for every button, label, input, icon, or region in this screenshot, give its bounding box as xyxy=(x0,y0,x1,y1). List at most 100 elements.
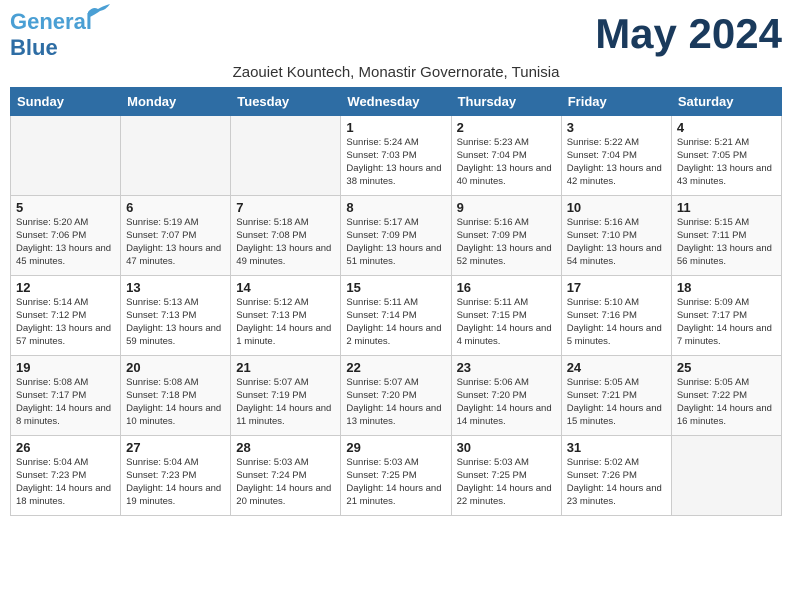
day-number: 3 xyxy=(567,120,666,135)
day-info: Sunrise: 5:24 AMSunset: 7:03 PMDaylight:… xyxy=(346,137,445,188)
logo-text2: Blue xyxy=(10,36,58,60)
subtitle: Zaouiet Kountech, Monastir Governorate, … xyxy=(10,64,782,81)
calendar-cell: 16 Sunrise: 5:11 AMSunset: 7:15 PMDayligh… xyxy=(451,276,561,356)
calendar-cell: 24Sunrise: 5:05 AMSunset: 7:21 PMDayligh… xyxy=(561,356,671,436)
day-number: 23 xyxy=(457,360,556,375)
day-number: 5 xyxy=(16,200,115,215)
day-info: Sunrise: 5:17 AMSunset: 7:09 PMDaylight:… xyxy=(346,217,445,268)
day-info: Sunrise: 5:12 AMSunset: 7:13 PMDaylight:… xyxy=(236,297,335,348)
bird-icon xyxy=(88,4,110,18)
calendar-cell: 21 Sunrise: 5:07 AMSunset: 7:19 PMDayligh… xyxy=(231,356,341,436)
day-info: Sunrise: 5:08 AMSunset: 7:17 PMDaylight:… xyxy=(16,377,115,428)
day-number: 13 xyxy=(126,280,225,295)
logo: General Blue xyxy=(10,10,92,60)
calendar-week-row: 26 Sunrise: 5:04 AMSunset: 7:23 PMDayligh… xyxy=(11,436,782,516)
day-number: 19 xyxy=(16,360,115,375)
logo-text: General xyxy=(10,9,92,34)
calendar-cell: 8 Sunrise: 5:17 AMSunset: 7:09 PMDaylight… xyxy=(341,196,451,276)
day-info: Sunrise: 5:16 AMSunset: 7:09 PMDaylight:… xyxy=(457,217,556,268)
calendar-cell: 28 Sunrise: 5:03 AMSunset: 7:24 PMDayligh… xyxy=(231,436,341,516)
day-number: 9 xyxy=(457,200,556,215)
page-header: General Blue May 2024 xyxy=(10,10,782,60)
day-number: 21 xyxy=(236,360,335,375)
day-info: Sunrise: 5:15 AMSunset: 7:11 PMDaylight:… xyxy=(677,217,776,268)
calendar-cell: 11Sunrise: 5:15 AMSunset: 7:11 PMDayligh… xyxy=(671,196,781,276)
calendar-week-row: 12 Sunrise: 5:14 AMSunset: 7:12 PMDayligh… xyxy=(11,276,782,356)
day-number: 6 xyxy=(126,200,225,215)
day-info: Sunrise: 5:07 AMSunset: 7:19 PMDaylight:… xyxy=(236,377,335,428)
day-number: 15 xyxy=(346,280,445,295)
day-number: 1 xyxy=(346,120,445,135)
day-number: 16 xyxy=(457,280,556,295)
day-info: Sunrise: 5:07 AMSunset: 7:20 PMDaylight:… xyxy=(346,377,445,428)
day-info: Sunrise: 5:14 AMSunset: 7:12 PMDaylight:… xyxy=(16,297,115,348)
calendar-cell: 12 Sunrise: 5:14 AMSunset: 7:12 PMDayligh… xyxy=(11,276,121,356)
calendar-cell: 20Sunrise: 5:08 AMSunset: 7:18 PMDayligh… xyxy=(121,356,231,436)
day-number: 25 xyxy=(677,360,776,375)
weekday-header: Sunday xyxy=(11,88,121,116)
weekday-header: Thursday xyxy=(451,88,561,116)
weekday-header: Monday xyxy=(121,88,231,116)
weekday-header-row: SundayMondayTuesdayWednesdayThursdayFrid… xyxy=(11,88,782,116)
day-info: Sunrise: 5:03 AMSunset: 7:25 PMDaylight:… xyxy=(346,457,445,508)
day-number: 12 xyxy=(16,280,115,295)
calendar-cell: 15 Sunrise: 5:11 AMSunset: 7:14 PMDayligh… xyxy=(341,276,451,356)
day-info: Sunrise: 5:03 AMSunset: 7:24 PMDaylight:… xyxy=(236,457,335,508)
calendar-cell: 2 Sunrise: 5:23 AMSunset: 7:04 PMDaylight… xyxy=(451,116,561,196)
day-info: Sunrise: 5:11 AMSunset: 7:14 PMDaylight:… xyxy=(346,297,445,348)
calendar-cell: 17 Sunrise: 5:10 AMSunset: 7:16 PMDayligh… xyxy=(561,276,671,356)
day-info: Sunrise: 5:20 AMSunset: 7:06 PMDaylight:… xyxy=(16,217,115,268)
day-number: 18 xyxy=(677,280,776,295)
day-info: Sunrise: 5:13 AMSunset: 7:13 PMDaylight:… xyxy=(126,297,225,348)
day-number: 27 xyxy=(126,440,225,455)
calendar-week-row: 5 Sunrise: 5:20 AMSunset: 7:06 PMDaylight… xyxy=(11,196,782,276)
day-info: Sunrise: 5:21 AMSunset: 7:05 PMDaylight:… xyxy=(677,137,776,188)
calendar-week-row: 19 Sunrise: 5:08 AMSunset: 7:17 PMDayligh… xyxy=(11,356,782,436)
calendar-cell: 13 Sunrise: 5:13 AMSunset: 7:13 PMDayligh… xyxy=(121,276,231,356)
calendar-cell: 18 Sunrise: 5:09 AMSunset: 7:17 PMDayligh… xyxy=(671,276,781,356)
calendar-cell: 10 Sunrise: 5:16 AMSunset: 7:10 PMDayligh… xyxy=(561,196,671,276)
calendar-cell xyxy=(671,436,781,516)
calendar-cell: 9 Sunrise: 5:16 AMSunset: 7:09 PMDaylight… xyxy=(451,196,561,276)
calendar-cell: 26 Sunrise: 5:04 AMSunset: 7:23 PMDayligh… xyxy=(11,436,121,516)
calendar-cell: 25Sunrise: 5:05 AMSunset: 7:22 PMDayligh… xyxy=(671,356,781,436)
day-number: 8 xyxy=(346,200,445,215)
calendar-cell: 3 Sunrise: 5:22 AMSunset: 7:04 PMDaylight… xyxy=(561,116,671,196)
calendar-cell: 19 Sunrise: 5:08 AMSunset: 7:17 PMDayligh… xyxy=(11,356,121,436)
calendar-cell xyxy=(231,116,341,196)
day-info: Sunrise: 5:09 AMSunset: 7:17 PMDaylight:… xyxy=(677,297,776,348)
day-info: Sunrise: 5:16 AMSunset: 7:10 PMDaylight:… xyxy=(567,217,666,268)
day-info: Sunrise: 5:06 AMSunset: 7:20 PMDaylight:… xyxy=(457,377,556,428)
calendar-cell: 23 Sunrise: 5:06 AMSunset: 7:20 PMDayligh… xyxy=(451,356,561,436)
day-number: 22 xyxy=(346,360,445,375)
calendar-cell xyxy=(121,116,231,196)
day-number: 20 xyxy=(126,360,225,375)
calendar-cell: 14Sunrise: 5:12 AMSunset: 7:13 PMDayligh… xyxy=(231,276,341,356)
day-info: Sunrise: 5:23 AMSunset: 7:04 PMDaylight:… xyxy=(457,137,556,188)
weekday-header: Wednesday xyxy=(341,88,451,116)
day-number: 17 xyxy=(567,280,666,295)
day-info: Sunrise: 5:10 AMSunset: 7:16 PMDaylight:… xyxy=(567,297,666,348)
calendar-cell: 31Sunrise: 5:02 AMSunset: 7:26 PMDayligh… xyxy=(561,436,671,516)
calendar-cell: 5 Sunrise: 5:20 AMSunset: 7:06 PMDaylight… xyxy=(11,196,121,276)
day-number: 10 xyxy=(567,200,666,215)
day-info: Sunrise: 5:04 AMSunset: 7:23 PMDaylight:… xyxy=(126,457,225,508)
calendar-week-row: 1 Sunrise: 5:24 AMSunset: 7:03 PMDaylight… xyxy=(11,116,782,196)
day-number: 24 xyxy=(567,360,666,375)
day-number: 28 xyxy=(236,440,335,455)
calendar-cell: 7Sunrise: 5:18 AMSunset: 7:08 PMDaylight… xyxy=(231,196,341,276)
weekday-header: Friday xyxy=(561,88,671,116)
day-info: Sunrise: 5:22 AMSunset: 7:04 PMDaylight:… xyxy=(567,137,666,188)
day-info: Sunrise: 5:18 AMSunset: 7:08 PMDaylight:… xyxy=(236,217,335,268)
day-number: 4 xyxy=(677,120,776,135)
calendar-cell: 29Sunrise: 5:03 AMSunset: 7:25 PMDayligh… xyxy=(341,436,451,516)
day-info: Sunrise: 5:03 AMSunset: 7:25 PMDaylight:… xyxy=(457,457,556,508)
weekday-header: Tuesday xyxy=(231,88,341,116)
day-info: Sunrise: 5:02 AMSunset: 7:26 PMDaylight:… xyxy=(567,457,666,508)
day-number: 2 xyxy=(457,120,556,135)
day-number: 26 xyxy=(16,440,115,455)
calendar-cell: 6Sunrise: 5:19 AMSunset: 7:07 PMDaylight… xyxy=(121,196,231,276)
day-info: Sunrise: 5:04 AMSunset: 7:23 PMDaylight:… xyxy=(16,457,115,508)
calendar-cell: 30Sunrise: 5:03 AMSunset: 7:25 PMDayligh… xyxy=(451,436,561,516)
day-info: Sunrise: 5:11 AMSunset: 7:15 PMDaylight:… xyxy=(457,297,556,348)
